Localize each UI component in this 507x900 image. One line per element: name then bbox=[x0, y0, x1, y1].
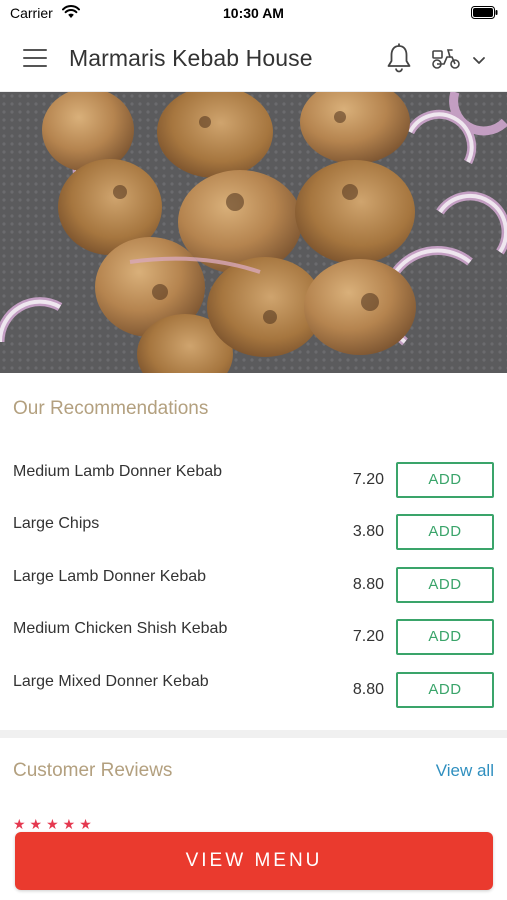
chevron-down-icon[interactable] bbox=[472, 53, 486, 71]
view-all-link[interactable]: View all bbox=[436, 761, 494, 781]
list-item: Large Mixed Donner Kebab 8.80 ADD bbox=[0, 672, 507, 725]
item-name: Medium Chicken Shish Kebab bbox=[13, 620, 228, 637]
bell-icon[interactable] bbox=[385, 43, 413, 78]
item-price: 7.20 bbox=[352, 628, 384, 645]
item-name: Medium Lamb Donner Kebab bbox=[13, 463, 223, 480]
item-name: Large Mixed Donner Kebab bbox=[13, 673, 209, 690]
app-header: Marmaris Kebab House bbox=[0, 28, 507, 92]
rating-stars: ★★★★★ bbox=[13, 816, 96, 832]
list-item: Medium Chicken Shish Kebab 7.20 ADD bbox=[0, 619, 507, 672]
add-button[interactable]: ADD bbox=[396, 619, 494, 655]
add-button[interactable]: ADD bbox=[396, 567, 494, 603]
clock-time: 10:30 AM bbox=[223, 5, 284, 21]
add-button[interactable]: ADD bbox=[396, 462, 494, 498]
item-price: 8.80 bbox=[352, 576, 384, 593]
add-button[interactable]: ADD bbox=[396, 514, 494, 550]
restaurant-title: Marmaris Kebab House bbox=[69, 45, 313, 71]
kebab-skewers-photo bbox=[0, 92, 507, 373]
list-item: Medium Lamb Donner Kebab 7.20 ADD bbox=[0, 462, 507, 515]
reviews-title: Customer Reviews bbox=[13, 760, 173, 781]
section-divider bbox=[0, 730, 507, 738]
item-price: 8.80 bbox=[352, 681, 384, 698]
add-button[interactable]: ADD bbox=[396, 672, 494, 708]
battery-icon bbox=[471, 6, 498, 24]
item-name: Large Chips bbox=[13, 515, 100, 532]
scooter-icon[interactable] bbox=[431, 45, 461, 76]
item-price: 3.80 bbox=[352, 523, 384, 540]
list-item: Large Lamb Donner Kebab 8.80 ADD bbox=[0, 567, 507, 620]
status-bar: Carrier 10:30 AM bbox=[0, 0, 507, 28]
item-price: 7.20 bbox=[352, 471, 384, 488]
recommendations-section: Our Recommendations Medium Lamb Donner K… bbox=[0, 373, 507, 730]
recommendations-title: Our Recommendations bbox=[13, 398, 209, 419]
item-name: Large Lamb Donner Kebab bbox=[13, 568, 207, 585]
hamburger-menu-icon[interactable] bbox=[23, 49, 47, 69]
view-menu-button[interactable]: VIEW MENU bbox=[15, 832, 493, 890]
list-item: Large Chips 3.80 ADD bbox=[0, 514, 507, 567]
